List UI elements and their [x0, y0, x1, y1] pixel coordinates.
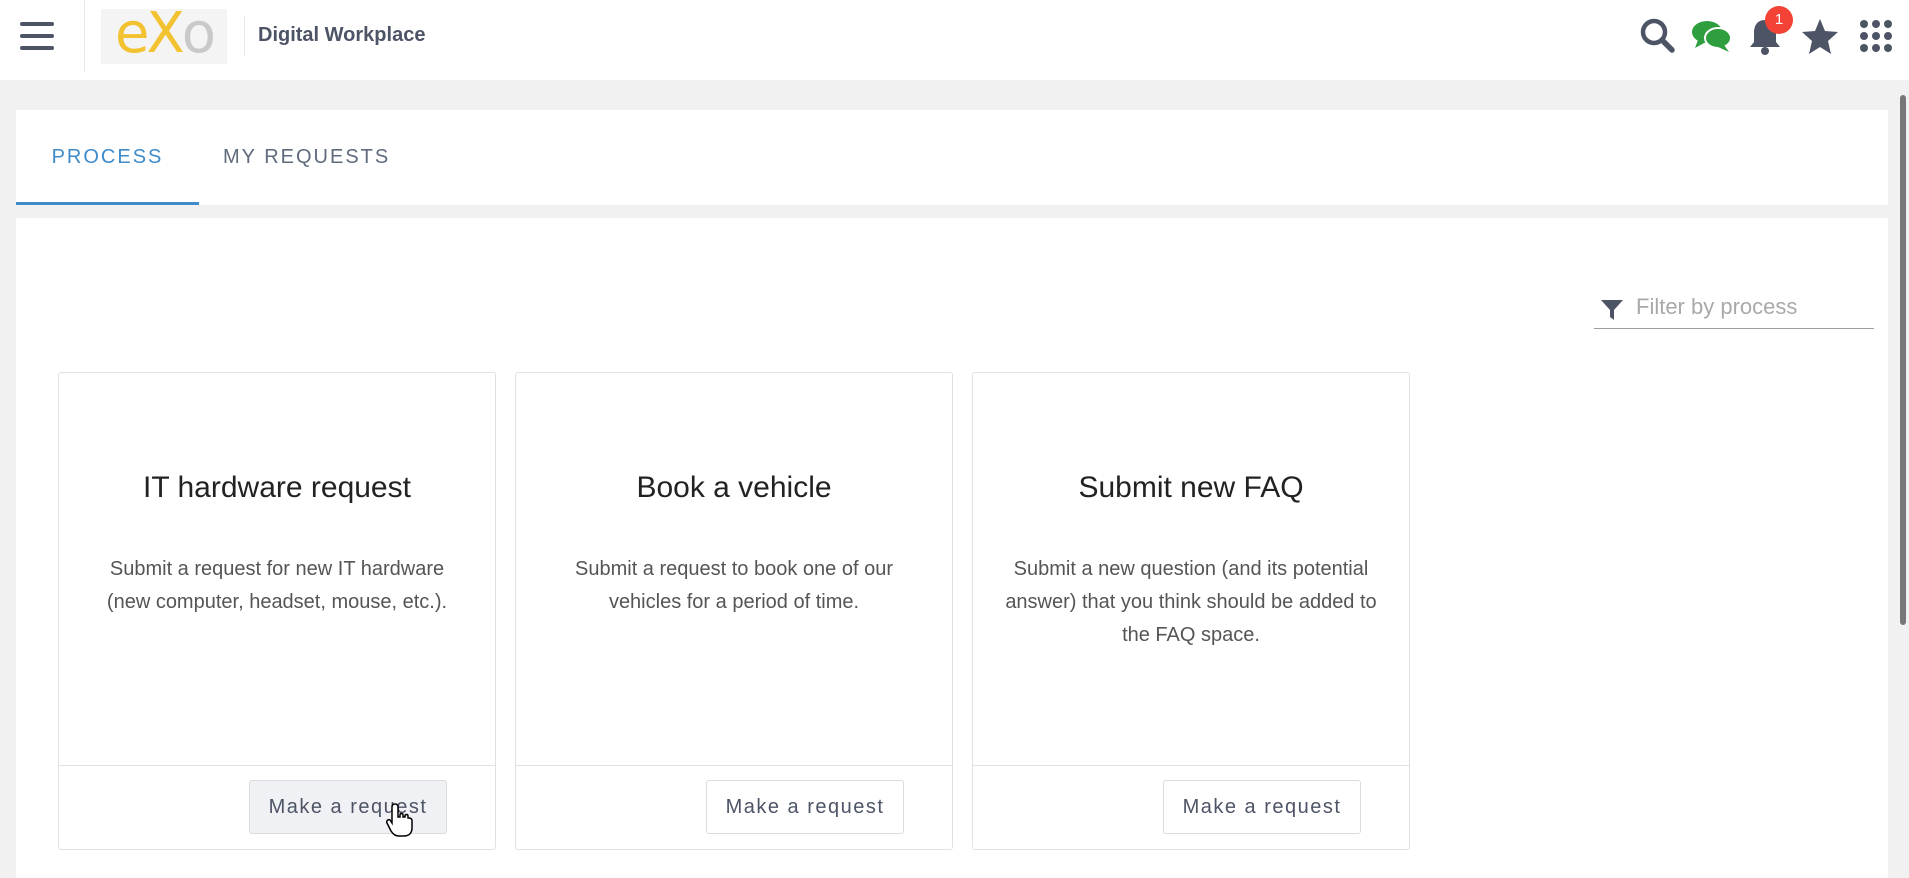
- hand-cursor-icon: [386, 803, 413, 837]
- notification-count-badge: 1: [1765, 6, 1793, 34]
- tab-my-requests[interactable]: MY REQUESTS: [223, 110, 390, 205]
- card-footer: Make a request: [59, 765, 495, 850]
- card-footer: Make a request: [516, 765, 952, 850]
- divider: [84, 0, 85, 72]
- card-title: Book a vehicle: [636, 471, 832, 504]
- process-list-panel: IT hardware request Submit a request for…: [16, 218, 1888, 878]
- chat-icon[interactable]: [1690, 16, 1732, 56]
- make-request-button[interactable]: Make a request: [706, 780, 904, 834]
- tabs-bar: PROCESS MY REQUESTS: [16, 110, 1888, 205]
- active-tab-indicator: [16, 202, 199, 205]
- card-description: Submit a request for new IT hardware (ne…: [106, 558, 448, 613]
- logo-text: eXo: [114, 0, 216, 66]
- search-icon[interactable]: [1638, 16, 1678, 56]
- tab-process[interactable]: PROCESS: [16, 110, 199, 205]
- filter-icon: [1601, 300, 1623, 320]
- card-title: Submit new FAQ: [1078, 471, 1304, 504]
- filter-input[interactable]: [1634, 290, 1868, 324]
- vertical-scrollbar[interactable]: [1897, 80, 1909, 868]
- company-logo[interactable]: eXo: [101, 0, 227, 66]
- filter-by-process-field[interactable]: [1594, 286, 1874, 329]
- top-navigation-bar: eXo Digital Workplace 1: [0, 0, 1909, 80]
- star-icon[interactable]: [1800, 16, 1840, 56]
- make-request-button[interactable]: Make a request: [249, 780, 447, 834]
- card-footer: Make a request: [973, 765, 1409, 850]
- divider: [244, 16, 245, 56]
- card-description: Submit a request to book one of our vehi…: [575, 558, 893, 613]
- hamburger-menu-icon[interactable]: [20, 22, 54, 52]
- card-title: IT hardware request: [143, 471, 411, 504]
- process-card-book-vehicle: Book a vehicle Submit a request to book …: [515, 372, 953, 850]
- scrollbar-thumb[interactable]: [1900, 95, 1906, 625]
- card-description: Submit a new question (and its potential…: [1005, 558, 1377, 646]
- apps-grid-icon[interactable]: [1856, 16, 1896, 56]
- process-card-it-hardware: IT hardware request Submit a request for…: [58, 372, 496, 850]
- process-card-submit-faq: Submit new FAQ Submit a new question (an…: [972, 372, 1410, 850]
- site-title[interactable]: Digital Workplace: [258, 24, 425, 47]
- make-request-button[interactable]: Make a request: [1163, 780, 1361, 834]
